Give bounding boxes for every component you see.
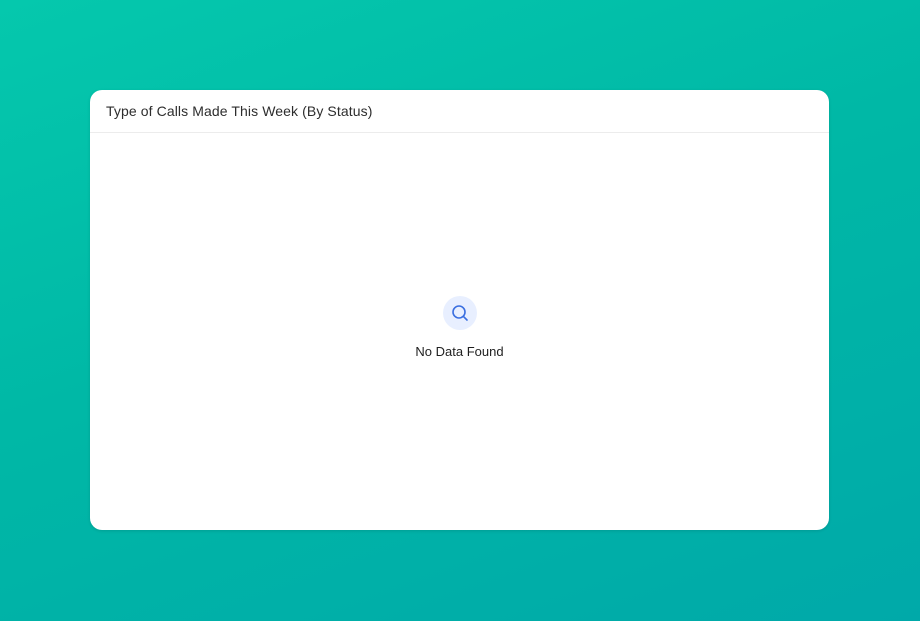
card-title: Type of Calls Made This Week (By Status) [106, 103, 373, 119]
chart-card: Type of Calls Made This Week (By Status)… [90, 90, 829, 530]
empty-state-icon-wrapper [442, 296, 477, 330]
search-icon [451, 305, 468, 321]
empty-state-message: No Data Found [415, 344, 504, 359]
empty-state: No Data Found [90, 296, 829, 359]
card-body: No Data Found [90, 133, 829, 529]
card-header: Type of Calls Made This Week (By Status) [90, 90, 829, 133]
